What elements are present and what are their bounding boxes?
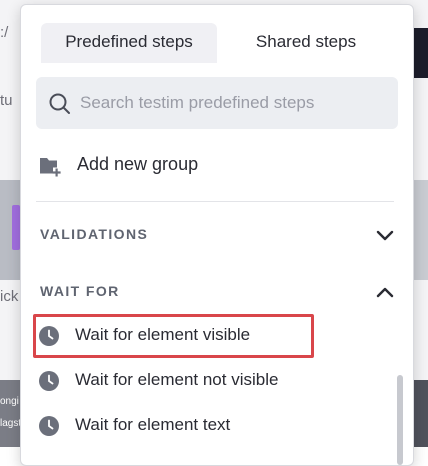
clock-icon — [39, 326, 59, 346]
background-dark-bar — [412, 28, 428, 78]
steps-tabs: Predefined steps Shared steps — [21, 23, 413, 63]
background-panel-right-dark — [412, 380, 428, 447]
step-label: Wait for element not visible — [75, 370, 279, 389]
clock-icon — [39, 416, 59, 436]
background-url-fragment: :/ — [0, 24, 9, 41]
divider — [36, 201, 394, 202]
search-icon — [49, 93, 70, 114]
section-wait-for-title: WAIT FOR — [40, 283, 120, 299]
section-validations[interactable]: VALIDATIONS — [40, 222, 396, 248]
step-label: Wait for element visible — [75, 325, 251, 344]
background-setup-fragment: tu — [0, 92, 13, 109]
background-click-fragment: ick — [0, 288, 19, 305]
chevron-up-icon[interactable] — [374, 281, 396, 303]
background-panel-right — [412, 180, 428, 280]
tab-predefined-steps[interactable]: Predefined steps — [41, 23, 217, 63]
section-wait-for[interactable]: WAIT FOR — [40, 279, 396, 305]
add-new-group-label: Add new group — [77, 154, 199, 174]
search-box[interactable] — [36, 77, 398, 129]
folder-add-icon — [40, 158, 61, 177]
section-validations-title: VALIDATIONS — [40, 226, 149, 242]
step-label: Wait for element text — [75, 415, 231, 434]
search-input[interactable] — [80, 77, 380, 129]
background-flagst-fragment: lagst — [0, 418, 22, 429]
steps-popover: Predefined steps Shared steps Add new gr… — [20, 4, 414, 466]
clock-icon — [39, 371, 59, 391]
scrollbar[interactable] — [397, 375, 403, 465]
background-flags-fragment: ongi — [0, 396, 19, 407]
background-accent — [12, 205, 20, 250]
background-panel-left-dark — [0, 380, 20, 447]
chevron-down-icon[interactable] — [374, 224, 396, 246]
tab-shared-steps[interactable]: Shared steps — [233, 23, 379, 63]
